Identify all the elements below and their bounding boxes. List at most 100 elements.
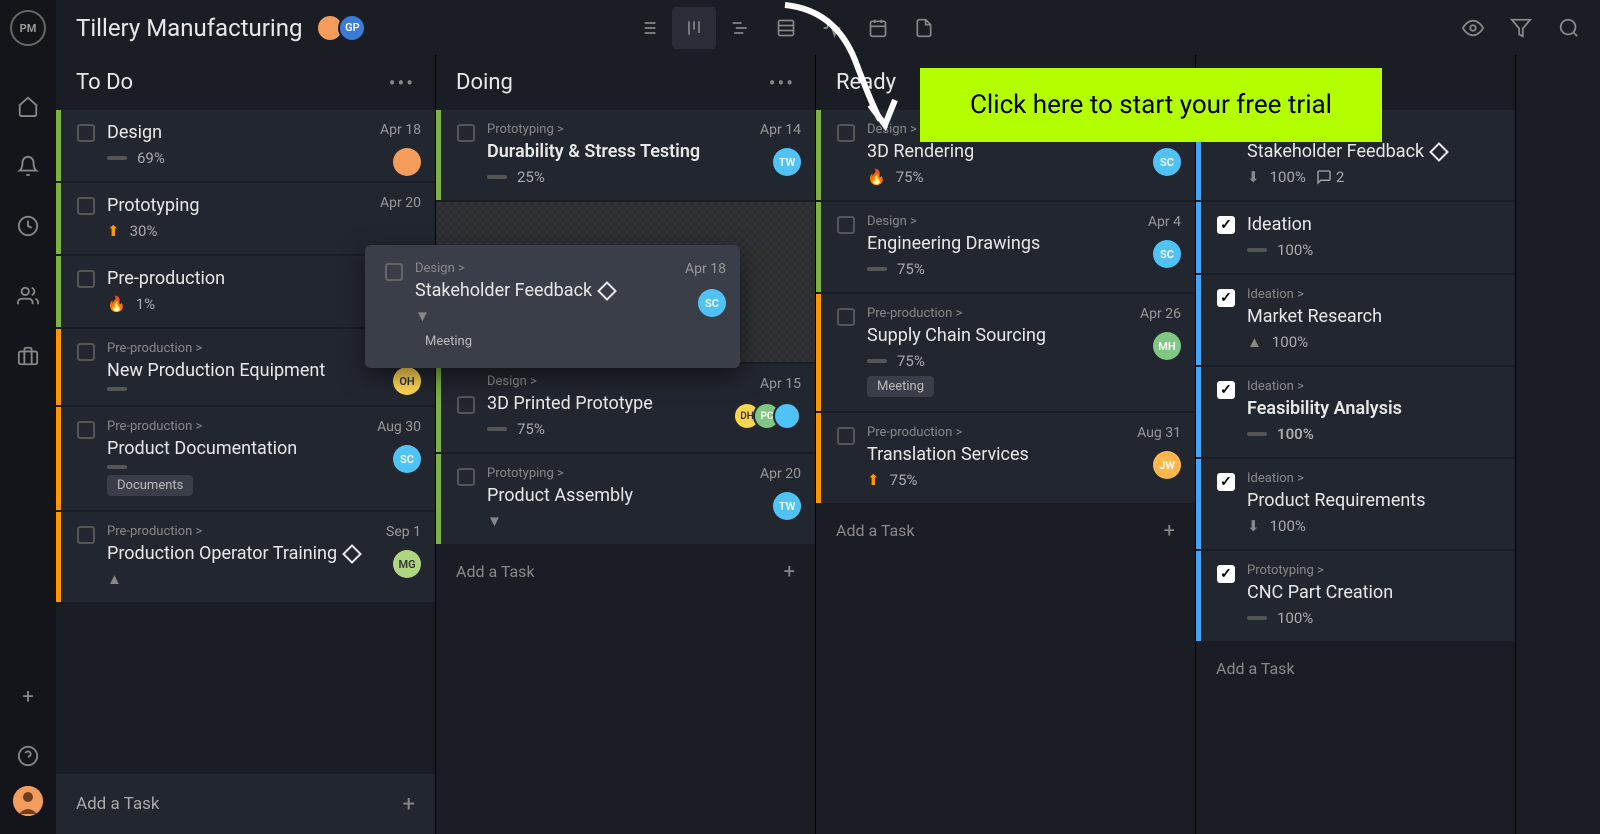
task-title: Product Assembly [487,485,799,506]
task-category: Pre-production > [867,425,1179,440]
task-checkbox-done[interactable] [1217,289,1235,307]
board-view-icon[interactable] [672,7,716,49]
task-card[interactable]: Design > Engineering Drawings 75% Apr 4 … [816,202,1195,292]
task-card[interactable]: Design 69% Apr 18 [56,110,435,181]
task-checkbox[interactable] [77,124,95,142]
task-title: Engineering Drawings [867,233,1179,254]
task-checkbox-done[interactable] [1217,565,1235,583]
task-title: 3D Rendering [867,141,1179,162]
priority-fire-icon: 🔥 [867,168,886,186]
app-logo[interactable]: PM [10,10,46,46]
search-icon[interactable] [1558,17,1580,39]
filter-icon[interactable] [1510,17,1532,39]
task-card[interactable]: Design > 3D Printed Prototype 75% Apr 15… [436,364,815,452]
task-category: Design > [867,214,1179,229]
task-category: Pre-production > [867,306,1179,321]
recent-icon[interactable] [16,214,40,238]
task-checkbox[interactable] [77,197,95,215]
assignee-avatar[interactable]: OH [393,367,421,395]
task-category: Prototyping > [487,466,799,481]
cta-banner[interactable]: Click here to start your free trial [920,68,1382,142]
task-tag: Meeting [415,331,482,352]
column-menu-icon[interactable]: ••• [389,71,415,95]
task-card[interactable]: Pre-production > Translation Services ⬆7… [816,413,1195,503]
task-tag: Documents [107,475,193,496]
notifications-icon[interactable] [16,154,40,178]
task-date: Apr 20 [380,195,421,211]
assignee-avatar[interactable]: SC [1153,148,1181,176]
progress-icon [1247,432,1267,436]
task-checkbox[interactable] [77,421,95,439]
task-percent: 69% [137,149,165,167]
task-checkbox[interactable] [837,308,855,326]
task-checkbox[interactable] [457,468,475,486]
assignee-avatar[interactable]: JW [1153,451,1181,479]
home-icon[interactable] [16,94,40,118]
task-card[interactable]: Prototyping > CNC Part Creation 100% [1196,551,1515,641]
current-user-avatar[interactable] [13,786,43,816]
add-task-button[interactable]: Add a Task+ [436,546,815,596]
task-card[interactable]: Ideation > Feasibility Analysis 100% [1196,367,1515,457]
task-card[interactable]: Prototyping > Durability & Stress Testin… [436,110,815,200]
task-checkbox-done[interactable] [1217,381,1235,399]
add-task-button[interactable]: Add a Task [1196,643,1515,693]
add-icon[interactable]: + [16,684,40,708]
task-checkbox[interactable] [77,526,95,544]
briefcase-icon[interactable] [16,344,40,368]
assignee-avatar[interactable]: SC [393,445,421,473]
add-task-button[interactable]: Add a Task+ [56,774,435,834]
column-done: Ideation > Stakeholder Feedback ⬇100%2 I… [1196,55,1516,834]
task-checkbox-done[interactable] [1217,473,1235,491]
comments-icon[interactable]: 2 [1316,168,1344,186]
task-checkbox[interactable] [77,270,95,288]
assignee-avatar[interactable]: MG [393,550,421,578]
task-date: Apr 20 [760,466,801,482]
task-title: Ideation [1247,214,1499,235]
task-card[interactable]: Ideation > Product Requirements ⬇100% [1196,459,1515,549]
task-title: Durability & Stress Testing [487,141,799,162]
task-date: Apr 15 [760,376,801,392]
task-card[interactable]: Pre-production > Product Documentation D… [56,407,435,510]
team-icon[interactable] [16,284,40,308]
assignee-avatar[interactable]: MH [1153,332,1181,360]
add-task-button[interactable]: Add a Task+ [816,505,1195,555]
assignee-avatar[interactable]: TW [773,148,801,176]
assignee-avatar[interactable]: SC [698,289,726,317]
task-percent: 75% [897,260,925,278]
task-date: Apr 18 [685,261,726,277]
task-checkbox[interactable] [837,427,855,445]
task-checkbox[interactable] [77,343,95,361]
visibility-icon[interactable] [1462,17,1484,39]
help-icon[interactable] [16,744,40,768]
task-checkbox[interactable] [837,216,855,234]
assignee-avatars[interactable]: DH PC [741,402,801,430]
task-checkbox[interactable] [457,396,475,414]
task-checkbox[interactable] [457,124,475,142]
list-view-icon[interactable] [626,7,670,49]
assignee-avatar[interactable] [393,148,421,176]
member-avatar-gp[interactable]: GP [338,14,366,42]
project-members[interactable]: GP [322,14,366,42]
priority-icon: ▲ [1247,333,1262,351]
task-card[interactable]: Ideation > Market Research ▲100% [1196,275,1515,365]
progress-icon [487,175,507,179]
task-title: Product Documentation [107,438,419,459]
task-card[interactable]: Pre-production > Supply Chain Sourcing 7… [816,294,1195,411]
task-card[interactable]: Ideation 100% [1196,202,1515,273]
milestone-icon [597,281,617,301]
assignee-avatar[interactable]: SC [1153,240,1181,268]
task-card[interactable]: Prototyping > Product Assembly ▼ Apr 20 … [436,454,815,544]
task-checkbox-done[interactable] [1217,216,1235,234]
assignee-avatar[interactable]: TW [773,492,801,520]
progress-icon [107,387,127,391]
task-checkbox[interactable] [385,263,403,281]
task-title: Market Research [1247,306,1499,327]
dragging-card[interactable]: Design > Stakeholder Feedback ▼ Meeting … [365,245,740,368]
task-card[interactable]: Pre-production > Production Operator Tra… [56,512,435,602]
task-percent: 100% [1270,168,1306,186]
task-date: Aug 31 [1137,425,1181,441]
task-category: Design > [415,261,720,276]
task-card[interactable]: Prototyping ⬆30% Apr 20 [56,183,435,254]
task-title: Product Requirements [1247,490,1499,511]
gantt-view-icon[interactable] [718,7,762,49]
